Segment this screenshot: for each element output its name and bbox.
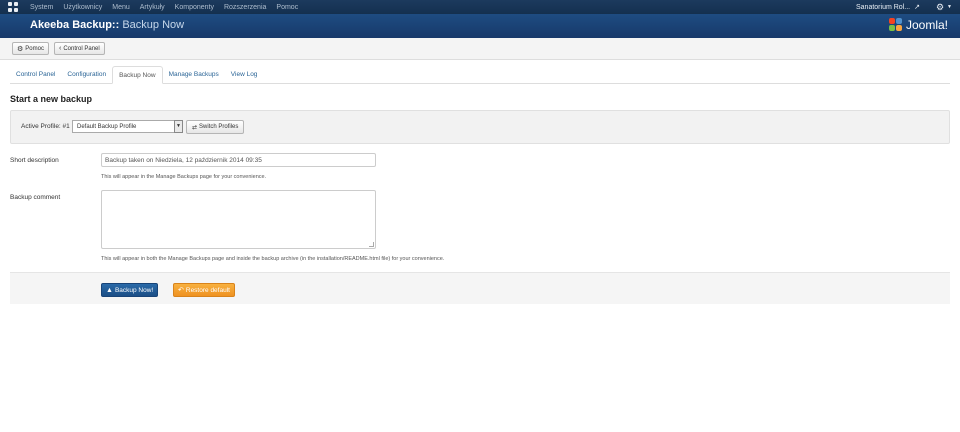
joomla-brand-text: Joomla! xyxy=(905,18,948,32)
nav-tabs: Control Panel Configuration Backup Now M… xyxy=(10,66,950,84)
restore-default-label: Restore default xyxy=(185,286,230,294)
menu-item-components[interactable]: Komponenty xyxy=(175,4,214,11)
menu-item-menus[interactable]: Menu xyxy=(112,4,130,11)
menu-item-help[interactable]: Pomoc xyxy=(276,4,298,11)
resize-grip-icon[interactable] xyxy=(369,242,374,247)
toolbar: ⚙ Pomoc ‹ Control Panel xyxy=(0,38,960,60)
active-profile-label: Active Profile: #1 xyxy=(21,123,70,130)
backup-comment-textarea[interactable] xyxy=(101,190,376,249)
profile-select-value: Default Backup Profile xyxy=(77,124,137,130)
joomla-logo-icon xyxy=(888,18,903,32)
page-title: Akeeba Backup:: Backup Now xyxy=(30,19,184,31)
short-description-input[interactable]: Backup taken on Niedziela, 12 październi… xyxy=(101,153,376,167)
joomla-icon[interactable] xyxy=(8,2,18,12)
backup-icon: ▲ xyxy=(106,286,113,294)
external-link-icon[interactable]: ↗ xyxy=(914,3,920,11)
form-actions: ▲ Backup Now! ↶ Restore default xyxy=(10,272,950,304)
admin-topbar: System Użytkownicy Menu Artykuły Kompone… xyxy=(0,0,960,14)
page-header: Akeeba Backup:: Backup Now Joomla! xyxy=(0,14,960,38)
gear-icon[interactable]: ⚙ xyxy=(936,2,944,13)
menu-item-system[interactable]: System xyxy=(30,4,53,11)
tab-control-panel[interactable]: Control Panel xyxy=(10,66,61,84)
backup-comment-label: Backup comment xyxy=(10,194,61,201)
chevron-down-icon[interactable]: ▼ xyxy=(174,120,183,133)
control-panel-button-label: Control Panel xyxy=(63,45,100,52)
help-button[interactable]: ⚙ Pomoc xyxy=(12,42,49,55)
undo-icon: ↶ xyxy=(178,287,184,294)
refresh-icon: ⇄ xyxy=(192,124,198,131)
chevron-left-icon: ‹ xyxy=(59,45,62,52)
site-name-link[interactable]: Sanatorium Rol... xyxy=(856,4,910,11)
short-description-help: This will appear in the Manage Backups p… xyxy=(101,174,267,180)
topbar-right: Sanatorium Rol... ↗ ⚙ ▼ xyxy=(856,0,952,14)
admin-menu: System Użytkownicy Menu Artykuły Kompone… xyxy=(8,0,308,14)
profile-select[interactable]: Default Backup Profile ▼ xyxy=(72,120,183,133)
menu-item-content[interactable]: Artykuły xyxy=(140,4,165,11)
page-title-main: Akeeba Backup:: xyxy=(30,19,120,31)
profile-selector-panel: Active Profile: #1 Default Backup Profil… xyxy=(10,110,950,144)
gear-icon: ⚙ xyxy=(17,45,24,53)
caret-down-icon[interactable]: ▼ xyxy=(947,4,952,10)
tab-configuration[interactable]: Configuration xyxy=(61,66,112,84)
help-button-label: Pomoc xyxy=(25,45,44,52)
backup-now-label: Backup Now! xyxy=(114,286,154,294)
joomla-brand: Joomla! xyxy=(888,18,948,32)
restore-default-button[interactable]: ↶ Restore default xyxy=(173,283,235,297)
short-description-label: Short description xyxy=(10,157,59,164)
menu-item-users[interactable]: Użytkownicy xyxy=(63,4,102,11)
tab-view-log[interactable]: View Log xyxy=(225,66,264,84)
switch-profiles-button[interactable]: ⇄ Switch Profiles xyxy=(186,120,245,134)
backup-comment-help: This will appear in both the Manage Back… xyxy=(101,256,445,262)
section-title: Start a new backup xyxy=(10,94,93,104)
switch-profiles-label: Switch Profiles xyxy=(199,124,239,130)
page-title-sub: Backup Now xyxy=(119,19,185,31)
tab-backup-now[interactable]: Backup Now xyxy=(112,66,163,84)
tab-manage-backups[interactable]: Manage Backups xyxy=(163,66,225,84)
backup-now-button[interactable]: ▲ Backup Now! xyxy=(101,283,159,297)
menu-item-extensions[interactable]: Rozszerzenia xyxy=(224,4,266,11)
control-panel-button[interactable]: ‹ Control Panel xyxy=(54,42,105,55)
